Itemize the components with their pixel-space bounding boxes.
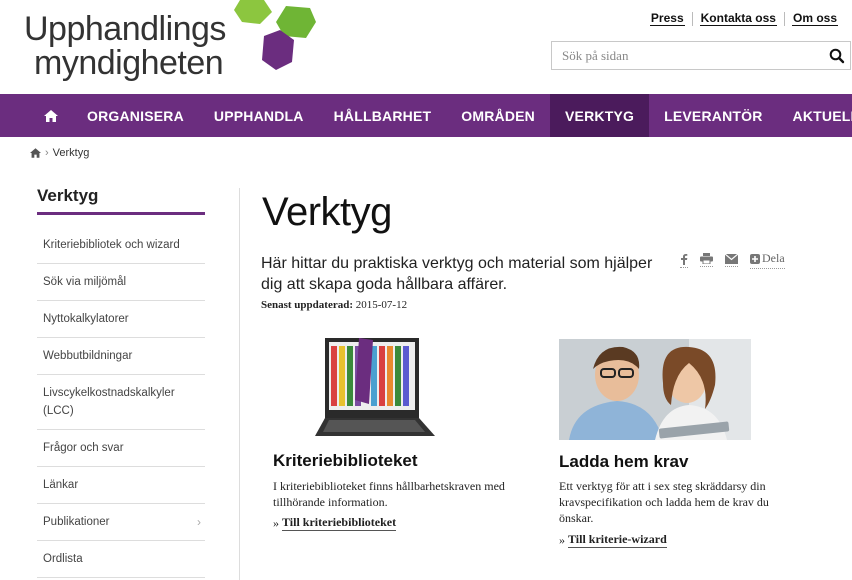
updated-date: 2015-07-12: [355, 299, 408, 311]
sidebar-item-nyttokalkylatorer[interactable]: Nyttokalkylatorer: [37, 301, 205, 338]
card-title-ladda-hem-krav[interactable]: Ladda hem krav: [559, 452, 688, 472]
chevron-right-icon: »: [559, 532, 565, 547]
sidebar-list: Kriteriebibliotek och wizard Sök via mil…: [37, 227, 205, 578]
link-kriteriebiblioteket[interactable]: » Till kriteriebiblioteket: [273, 515, 397, 531]
divider: [783, 11, 785, 26]
nav-item-aktuellt[interactable]: AKTUELLT: [778, 94, 852, 137]
sidebar-item-miljomal[interactable]: Sök via miljömål: [37, 264, 205, 301]
search-input[interactable]: [552, 42, 812, 69]
link-label: Till kriteriebiblioteket: [282, 515, 397, 531]
nav-item-omraden[interactable]: OMRÅDEN: [446, 94, 550, 137]
card-title-kriteriebiblioteket[interactable]: Kriteriebiblioteket: [273, 451, 418, 471]
last-updated: Senast uppdaterad: 2015-07-12: [261, 299, 407, 311]
chevron-right-icon: »: [273, 515, 279, 530]
sidebar-item-fragor[interactable]: Frågor och svar: [37, 430, 205, 467]
divider: [691, 11, 693, 26]
search-box: [551, 41, 851, 70]
nav-home[interactable]: [0, 94, 72, 137]
nav-item-upphandla[interactable]: UPPHANDLA: [199, 94, 319, 137]
home-icon: [44, 109, 58, 122]
main-nav: ORGANISERA UPPHANDLA HÅLLBARHET OMRÅDEN …: [0, 94, 852, 137]
logo-line-1: Upphandlings: [24, 10, 226, 48]
nav-item-organisera[interactable]: ORGANISERA: [72, 94, 199, 137]
logo-hexagons-icon: [234, 0, 316, 70]
logo-line-2: myndigheten: [34, 44, 224, 82]
divider: [239, 188, 240, 580]
top-links: Press Kontakta oss Om oss: [649, 11, 838, 26]
sidebar: Verktyg Kriteriebibliotek och wizard Sök…: [37, 186, 205, 578]
link-kriterie-wizard[interactable]: » Till kriterie-wizard: [559, 532, 667, 548]
breadcrumb: › Verktyg: [30, 147, 89, 159]
sidebar-item-webbutbildningar[interactable]: Webbutbildningar: [37, 338, 205, 375]
sidebar-item-publikationer[interactable]: Publikationer ›: [37, 504, 205, 541]
card-text: I kriteriebiblioteket finns hållbarhetsk…: [273, 479, 505, 509]
chevron-right-icon: ›: [197, 515, 201, 529]
nav-item-verktyg[interactable]: VERKTYG: [550, 94, 650, 137]
laptop-books-image[interactable]: [315, 338, 435, 440]
sidebar-item-lcc[interactable]: Livscykelkostnadskalkyler (LCC): [37, 375, 205, 430]
logo-wordmark: Upphandlings myndigheten: [24, 12, 226, 80]
page-title: Verktyg: [262, 190, 392, 234]
card-text: Ett verktyg för att i sex steg skräddars…: [559, 479, 769, 525]
updated-label: Senast uppdaterad:: [261, 299, 353, 311]
search-icon[interactable]: [828, 47, 846, 65]
chevron-right-icon: ›: [45, 147, 49, 159]
share-tools: Dela: [680, 251, 785, 269]
sidebar-item-label: Publikationer: [43, 516, 110, 528]
lead-text: Här hittar du praktiska verktyg och mate…: [261, 255, 653, 293]
mail-icon[interactable]: [725, 253, 738, 267]
nav-item-hallbarhet[interactable]: HÅLLBARHET: [319, 94, 447, 137]
share-label: Dela: [762, 251, 785, 265]
breadcrumb-current: Verktyg: [52, 147, 90, 159]
site-logo[interactable]: Upphandlings myndigheten: [24, 0, 316, 84]
print-icon[interactable]: [700, 253, 713, 267]
sidebar-item-lankar[interactable]: Länkar: [37, 467, 205, 504]
link-label: Till kriterie-wizard: [568, 532, 667, 548]
sidebar-item-ordlista[interactable]: Ordlista: [37, 541, 205, 578]
people-tablet-image[interactable]: [559, 339, 751, 440]
sidebar-title: Verktyg: [37, 186, 205, 215]
press-link[interactable]: Press: [649, 11, 685, 26]
contact-link[interactable]: Kontakta oss: [699, 11, 777, 26]
facebook-icon[interactable]: [680, 253, 688, 268]
nav-item-leverantor[interactable]: LEVERANTÖR: [649, 94, 777, 137]
share-button[interactable]: Dela: [750, 251, 785, 269]
about-link[interactable]: Om oss: [791, 11, 838, 26]
sidebar-item-kriteriebibliotek[interactable]: Kriteriebibliotek och wizard: [37, 227, 205, 264]
home-icon[interactable]: [30, 148, 41, 158]
plus-icon: [750, 253, 760, 264]
